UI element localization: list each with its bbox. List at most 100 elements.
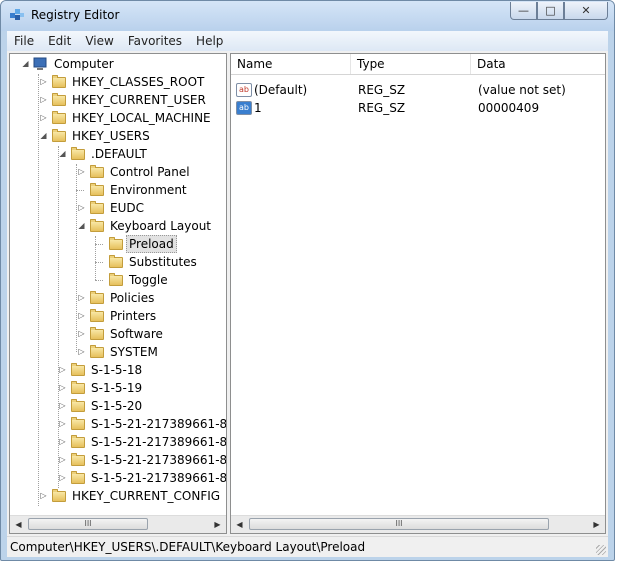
value-name: (Default): [254, 83, 308, 97]
expand-arrow-icon[interactable]: ▷: [77, 329, 86, 338]
collapse-arrow-icon[interactable]: ◢: [58, 149, 67, 158]
tree-line: [76, 164, 77, 352]
value-type: REG_SZ: [358, 83, 406, 97]
registry-editor-app-icon: [10, 9, 24, 20]
folder-icon: [70, 453, 86, 467]
expand-arrow-icon[interactable]: ▷: [58, 473, 67, 482]
folder-icon: [89, 165, 105, 179]
expand-arrow-icon[interactable]: ▷: [39, 95, 48, 104]
folder-icon: [108, 237, 124, 251]
status-bar: Computer\HKEY_USERS\.DEFAULT\Keyboard La…: [7, 536, 608, 557]
column-header-name[interactable]: Name: [231, 54, 351, 74]
tree-item-label: Environment: [110, 183, 187, 197]
expand-arrow-icon[interactable]: ▷: [58, 383, 67, 392]
tree-item-label: Toggle: [129, 273, 168, 287]
scroll-right-icon[interactable]: ▶: [209, 516, 226, 533]
expand-arrow-icon[interactable]: ▷: [58, 419, 67, 428]
expand-arrow-icon[interactable]: ▷: [39, 491, 48, 500]
scrollbar-thumb[interactable]: III: [249, 518, 549, 530]
scrollbar-thumb[interactable]: III: [28, 518, 148, 530]
expand-arrow-icon[interactable]: ▷: [58, 437, 67, 446]
tree-item-label: S-1-5-19: [91, 381, 143, 395]
list-item[interactable]: ab (Default) REG_SZ (value not set): [231, 81, 605, 99]
folder-icon: [108, 255, 124, 269]
tree-line: [95, 262, 103, 263]
menu-view[interactable]: View: [78, 34, 120, 48]
string-value-icon: ab: [236, 101, 252, 115]
expand-arrow-icon[interactable]: ▷: [77, 293, 86, 302]
expand-arrow-icon[interactable]: ▷: [58, 401, 67, 410]
collapse-arrow-icon[interactable]: ◢: [77, 221, 86, 230]
minimize-button[interactable]: —: [510, 2, 537, 20]
tree-item-label: HKEY_CURRENT_USER: [72, 93, 206, 107]
column-header-type[interactable]: Type: [351, 54, 471, 74]
list-header: Name Type Data: [231, 54, 605, 75]
tree-item-label: S-1-5-20: [91, 399, 143, 413]
tree-item-label: S-1-5-21-217389661-8937: [91, 417, 227, 431]
tree-line: [76, 190, 84, 191]
menu-file[interactable]: File: [7, 34, 41, 48]
menu-favorites[interactable]: Favorites: [121, 34, 189, 48]
collapse-arrow-icon[interactable]: ◢: [39, 131, 48, 140]
menu-bar: File Edit View Favorites Help: [7, 31, 608, 51]
computer-icon: [33, 57, 47, 70]
expand-arrow-icon[interactable]: ▷: [77, 311, 86, 320]
expand-arrow-icon[interactable]: ▷: [58, 365, 67, 374]
maximize-icon: □: [545, 4, 556, 17]
expand-arrow-icon[interactable]: ▷: [39, 113, 48, 122]
folder-icon: [51, 75, 67, 89]
expand-arrow-icon[interactable]: ▷: [77, 203, 86, 212]
expand-arrow-icon[interactable]: ▷: [77, 347, 86, 356]
tree-item-label: Keyboard Layout: [110, 219, 212, 233]
folder-icon: [89, 309, 105, 323]
tree-line: [95, 236, 96, 280]
tree-item-label: Software: [110, 327, 163, 341]
scroll-left-icon[interactable]: ◀: [10, 516, 27, 533]
folder-icon: [70, 381, 86, 395]
folder-open-icon: [51, 129, 67, 143]
tree-item-label: Printers: [110, 309, 157, 323]
expand-arrow-icon[interactable]: ▷: [77, 167, 86, 176]
folder-icon: [89, 201, 105, 215]
tree-item-label: HKEY_CLASSES_ROOT: [72, 75, 205, 89]
value-name: 1: [254, 101, 262, 115]
folder-icon: [89, 291, 105, 305]
expand-arrow-icon[interactable]: ▷: [39, 77, 48, 86]
title-bar[interactable]: Registry Editor — □ ✕: [1, 1, 614, 31]
tree-item-label: .DEFAULT: [91, 147, 147, 161]
values-horizontal-scrollbar[interactable]: ◀ III ▶: [231, 515, 605, 533]
tree-item-label: EUDC: [110, 201, 144, 215]
maximize-button[interactable]: □: [537, 2, 564, 20]
tree-horizontal-scrollbar[interactable]: ◀ III ▶: [10, 515, 226, 533]
menu-help[interactable]: Help: [189, 34, 230, 48]
expand-arrow-icon[interactable]: ▷: [58, 455, 67, 464]
column-header-data[interactable]: Data: [471, 54, 605, 74]
tree-item-label: S-1-5-21-217389661-8937: [91, 435, 227, 449]
folder-icon: [70, 363, 86, 377]
folder-icon: [89, 345, 105, 359]
minimize-icon: —: [518, 4, 529, 17]
registry-values-pane[interactable]: Name Type Data ab (Default) REG_SZ (valu…: [230, 53, 606, 534]
folder-icon: [70, 471, 86, 485]
list-item[interactable]: ab 1 REG_SZ 00000409: [231, 99, 605, 117]
close-button[interactable]: ✕: [564, 2, 608, 20]
folder-icon: [70, 435, 86, 449]
tree-item-label: Control Panel: [110, 165, 190, 179]
scroll-right-icon[interactable]: ▶: [588, 516, 605, 533]
registry-tree-pane[interactable]: ◢ Computer ▷ HKEY_CLASSES_ROOT ▷ HKEY_CU…: [9, 53, 227, 534]
value-data: 00000409: [478, 101, 540, 115]
collapse-arrow-icon[interactable]: ◢: [21, 59, 30, 68]
resize-grip-icon[interactable]: [596, 545, 606, 555]
folder-icon: [51, 93, 67, 107]
folder-icon: [51, 111, 67, 125]
folder-icon: [70, 417, 86, 431]
scroll-left-icon[interactable]: ◀: [231, 516, 248, 533]
tree-item-label: S-1-5-21-217389661-8937: [91, 471, 227, 485]
client-area: ◢ Computer ▷ HKEY_CLASSES_ROOT ▷ HKEY_CU…: [7, 51, 608, 536]
status-path: Computer\HKEY_USERS\.DEFAULT\Keyboard La…: [10, 540, 366, 554]
value-type: REG_SZ: [358, 101, 406, 115]
folder-icon: [89, 327, 105, 341]
tree-item-label: HKEY_USERS: [72, 129, 150, 143]
menu-edit[interactable]: Edit: [41, 34, 78, 48]
folder-icon: [51, 489, 67, 503]
